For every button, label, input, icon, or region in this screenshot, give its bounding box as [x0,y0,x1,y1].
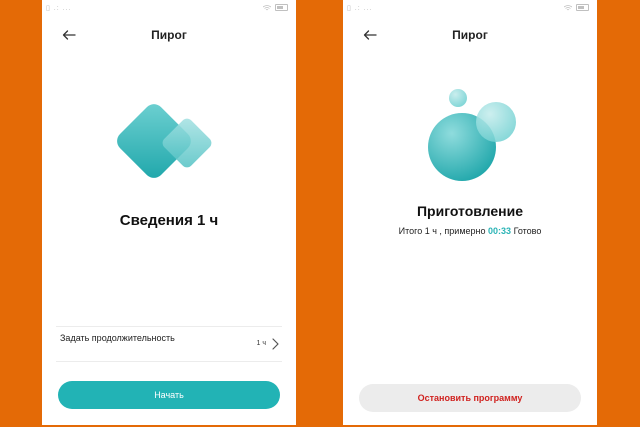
page-title: Пирог [452,28,488,42]
chevron-right-icon [272,338,279,350]
summary-ready-label: Готово [513,226,542,236]
status-indicators: ▯ .: ... [46,5,72,12]
phone-screen-setup: ▯ .: ... Пирог Сведения 1 ч Задать продо… [42,0,296,425]
remaining-time: 00:33 [488,226,512,236]
start-button[interactable]: Начать [58,381,280,409]
stop-program-button[interactable]: Остановить программу [359,384,581,412]
status-indicators: ▯ .: ... [347,5,373,12]
duration-setting-row[interactable]: Задать продолжительность 1 ч [56,326,282,362]
status-bar: ▯ .: ... [42,2,296,16]
cooking-summary: Итого 1 ч , примерно 00:33 Готово [343,226,597,236]
battery-icon [275,4,288,11]
duration-value: 1 ч [256,340,267,347]
wifi-icon [564,4,572,10]
cooking-illustration [428,89,516,181]
duration-label: Задать продолжительность [60,333,175,343]
program-status: Сведения 1 ч [119,212,219,229]
program-illustration [117,104,212,178]
phone-screen-cooking: ▯ .: ... Пирог Приготовление Итого 1 ч ,… [343,0,597,425]
status-icons [564,4,589,11]
battery-icon [576,4,589,11]
status-bar: ▯ .: ... [343,2,597,16]
summary-total: Итого 1 ч , примерно [398,226,486,236]
program-status: Приготовление [416,203,524,219]
wifi-icon [263,4,271,10]
status-icons [263,4,288,11]
page-title: Пирог [151,28,187,42]
